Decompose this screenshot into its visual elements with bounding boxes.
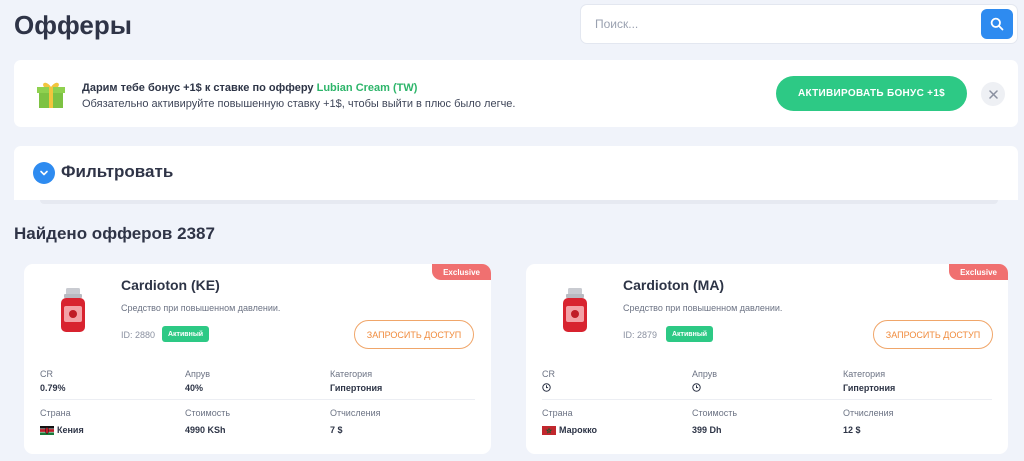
payout-value: 12 $ xyxy=(843,425,861,435)
cost-value: 4990 KSh xyxy=(185,425,226,435)
filter-label[interactable]: Фильтровать xyxy=(61,162,173,182)
close-icon xyxy=(988,89,998,99)
morocco-flag-icon xyxy=(542,425,556,435)
payout-value: 7 $ xyxy=(330,425,343,435)
bonus-subtext: Обязательно активируйте повышенную ставк… xyxy=(82,98,516,110)
clock-icon xyxy=(542,383,551,392)
category-label: Категория xyxy=(843,369,886,379)
search-icon xyxy=(990,17,1004,31)
divider xyxy=(542,399,992,400)
gift-icon xyxy=(37,82,65,108)
chevron-down-icon xyxy=(40,170,48,176)
offer-id: ID: 2879 xyxy=(623,330,658,340)
activate-bonus-button[interactable]: АКТИВИРОВАТЬ БОНУС +1$ xyxy=(776,76,967,111)
kenya-flag-icon xyxy=(40,425,54,435)
filter-toggle-button[interactable] xyxy=(33,162,55,184)
search-box xyxy=(580,4,1018,44)
country-value: Марокко xyxy=(542,425,597,435)
category-value: Гипертония xyxy=(843,383,896,393)
bonus-headline: Дарим тебе бонус +1$ к ставке по офферу … xyxy=(82,82,417,94)
request-access-button[interactable]: ЗАПРОСИТЬ ДОСТУП xyxy=(354,320,474,349)
approve-label: Апрув xyxy=(692,369,718,379)
clock-icon xyxy=(692,383,701,392)
page-title: Офферы xyxy=(14,10,132,40)
country-label: Страна xyxy=(542,408,573,418)
approve-value xyxy=(692,383,701,392)
filter-panel-edge xyxy=(40,200,998,204)
country-name: Кения xyxy=(57,425,84,435)
filter-panel: Фильтровать xyxy=(14,146,1018,200)
divider xyxy=(40,399,475,400)
category-label: Категория xyxy=(330,369,373,379)
cr-value xyxy=(542,383,551,392)
cr-label: CR xyxy=(542,369,555,379)
offer-card[interactable]: Exclusive Cardioton (MA) Средство при по… xyxy=(526,264,1008,454)
product-bottle-image xyxy=(563,288,587,332)
offer-card[interactable]: Exclusive Cardioton (KE) Средство при по… xyxy=(24,264,491,454)
country-value: Кения xyxy=(40,425,84,435)
status-badge: Активный xyxy=(162,326,210,342)
country-label: Страна xyxy=(40,408,71,418)
found-count: Найдено офферов 2387 xyxy=(14,224,215,243)
country-name: Марокко xyxy=(559,425,597,435)
bonus-offer-link[interactable]: Lubian Cream (TW) xyxy=(317,82,418,94)
search-input[interactable] xyxy=(595,5,975,43)
product-bottle-image xyxy=(61,288,85,332)
exclusive-badge: Exclusive xyxy=(432,264,491,280)
search-button[interactable] xyxy=(981,9,1013,39)
cr-value: 0.79% xyxy=(40,383,66,393)
offer-title[interactable]: Cardioton (MA) xyxy=(623,277,724,293)
offer-description: Средство при повышенном давлении. xyxy=(121,303,281,313)
bonus-headline-text: Дарим тебе бонус +1$ к ставке по офферу xyxy=(82,82,317,94)
close-banner-button[interactable] xyxy=(981,82,1005,106)
cost-label: Стоимость xyxy=(185,408,231,418)
approve-label: Апрув xyxy=(185,369,211,379)
request-access-button[interactable]: ЗАПРОСИТЬ ДОСТУП xyxy=(873,320,993,349)
exclusive-badge: Exclusive xyxy=(949,264,1008,280)
bonus-banner: Дарим тебе бонус +1$ к ставке по офферу … xyxy=(14,60,1018,127)
offer-description: Средство при повышенном давлении. xyxy=(623,303,783,313)
cr-label: CR xyxy=(40,369,53,379)
status-badge: Активный xyxy=(666,326,714,342)
cost-value: 399 Dh xyxy=(692,425,722,435)
offer-id: ID: 2880 xyxy=(121,330,156,340)
payout-label: Отчисления xyxy=(330,408,381,418)
category-value: Гипертония xyxy=(330,383,383,393)
offer-title[interactable]: Cardioton (KE) xyxy=(121,277,220,293)
payout-label: Отчисления xyxy=(843,408,894,418)
approve-value: 40% xyxy=(185,383,204,393)
cost-label: Стоимость xyxy=(692,408,738,418)
